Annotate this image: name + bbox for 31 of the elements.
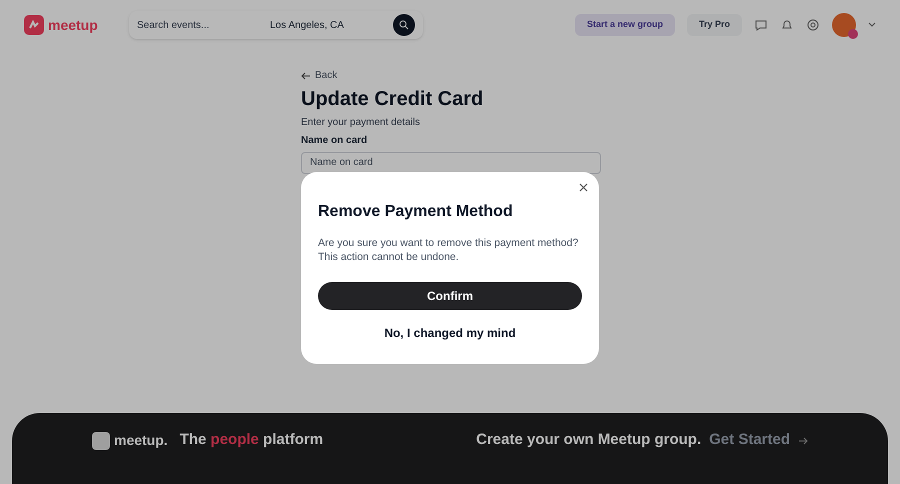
try-pro-button[interactable]: Try Pro: [686, 14, 742, 36]
tagline-text: platform: [262, 431, 324, 448]
tagline-text: The: [180, 431, 208, 448]
caret-icon[interactable]: [868, 22, 876, 28]
start-group-button[interactable]: Start a new group: [574, 14, 675, 36]
close-icon[interactable]: [579, 183, 588, 192]
avatar[interactable]: [832, 13, 856, 37]
search-button[interactable]: [393, 14, 415, 36]
field-label: Name on card: [301, 135, 368, 148]
get-started-link[interactable]: Get Started: [709, 429, 790, 452]
confirm-button[interactable]: Confirm: [318, 282, 582, 310]
back-arrow-icon[interactable]: [301, 72, 311, 80]
chat-icon[interactable]: [754, 18, 768, 32]
search-bar[interactable]: Search events... Los Angeles, CA: [129, 11, 423, 39]
logo-text[interactable]: meetup: [48, 14, 98, 36]
search-icon: [399, 20, 409, 30]
logo-icon: [92, 432, 110, 450]
footer-cta: Create your own Meetup group.: [476, 430, 702, 450]
logo-icon: [24, 15, 44, 35]
location-text[interactable]: Los Angeles, CA: [270, 18, 385, 32]
dialog-message: Are you sure you want to remove this payment method? This action cannot be undone.: [318, 236, 580, 264]
search-field[interactable]: Search events...: [137, 18, 262, 32]
page-title: Update Credit Card: [301, 86, 484, 112]
dialog-title: Remove Payment Method: [318, 202, 514, 222]
cancel-button[interactable]: No, I changed my mind: [318, 322, 582, 344]
arrow-icon: [798, 436, 808, 444]
tagline-text: people: [210, 431, 259, 448]
page-subtitle: Enter your payment details: [301, 116, 421, 129]
back-link[interactable]: Back: [315, 70, 338, 82]
gear-icon[interactable]: [806, 18, 820, 32]
footer-logo-text: meetup.: [114, 431, 168, 450]
